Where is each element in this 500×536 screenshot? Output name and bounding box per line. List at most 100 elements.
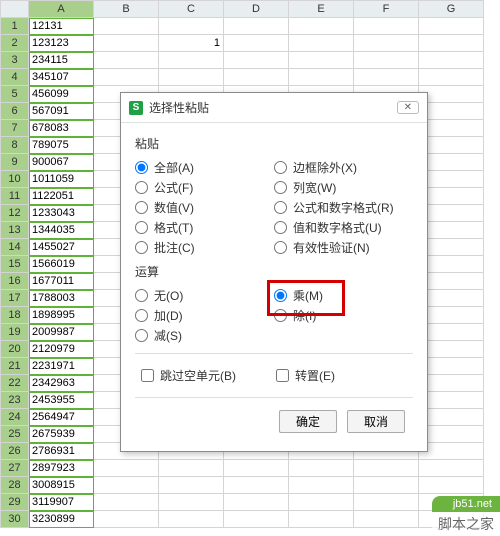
- cell[interactable]: 1344035: [29, 222, 94, 239]
- cell[interactable]: [419, 256, 484, 273]
- cell[interactable]: [224, 494, 289, 511]
- cell[interactable]: 456099: [29, 86, 94, 103]
- cell[interactable]: [419, 494, 484, 511]
- radio-option[interactable]: 批注(C): [135, 239, 274, 256]
- row-header[interactable]: 24: [1, 409, 29, 426]
- cell[interactable]: [419, 69, 484, 86]
- cell[interactable]: [419, 18, 484, 35]
- cell[interactable]: [354, 52, 419, 69]
- row-header[interactable]: 27: [1, 460, 29, 477]
- cell[interactable]: [419, 307, 484, 324]
- row-header[interactable]: 25: [1, 426, 29, 443]
- cell[interactable]: [289, 69, 354, 86]
- cell[interactable]: [419, 239, 484, 256]
- cell[interactable]: 1233043: [29, 205, 94, 222]
- cell[interactable]: 1011059: [29, 171, 94, 188]
- row-header[interactable]: 23: [1, 392, 29, 409]
- cell[interactable]: 1122051: [29, 188, 94, 205]
- cell[interactable]: [419, 86, 484, 103]
- cell[interactable]: 567091: [29, 103, 94, 120]
- cell[interactable]: [419, 477, 484, 494]
- row-header[interactable]: 26: [1, 443, 29, 460]
- row-header[interactable]: 10: [1, 171, 29, 188]
- cell[interactable]: [354, 460, 419, 477]
- row-header[interactable]: 21: [1, 358, 29, 375]
- cell[interactable]: [419, 324, 484, 341]
- cell[interactable]: 2009987: [29, 324, 94, 341]
- cell[interactable]: 789075: [29, 137, 94, 154]
- cell[interactable]: [354, 494, 419, 511]
- cell[interactable]: [419, 35, 484, 52]
- row-header[interactable]: 15: [1, 256, 29, 273]
- row-header[interactable]: 12: [1, 205, 29, 222]
- row-header[interactable]: 2: [1, 35, 29, 52]
- row-header[interactable]: 28: [1, 477, 29, 494]
- cell[interactable]: [419, 154, 484, 171]
- cell[interactable]: [419, 375, 484, 392]
- cell[interactable]: 3230899: [29, 511, 94, 528]
- radio-option[interactable]: 加(D): [135, 307, 274, 324]
- cell[interactable]: [159, 69, 224, 86]
- cell[interactable]: [354, 477, 419, 494]
- cell[interactable]: [289, 35, 354, 52]
- cell[interactable]: [419, 103, 484, 120]
- row-header[interactable]: 20: [1, 341, 29, 358]
- radio-option[interactable]: 有效性验证(N): [274, 239, 413, 256]
- cell[interactable]: 1566019: [29, 256, 94, 273]
- cell[interactable]: 1677011: [29, 273, 94, 290]
- row-header[interactable]: 22: [1, 375, 29, 392]
- row-header[interactable]: 18: [1, 307, 29, 324]
- radio-option[interactable]: 减(S): [135, 327, 274, 344]
- cell[interactable]: [94, 35, 159, 52]
- col-header-D[interactable]: D: [224, 1, 289, 18]
- cell[interactable]: [159, 511, 224, 528]
- cell[interactable]: [224, 477, 289, 494]
- cell[interactable]: 3119907: [29, 494, 94, 511]
- row-header[interactable]: 30: [1, 511, 29, 528]
- cell[interactable]: [224, 460, 289, 477]
- cell[interactable]: [224, 52, 289, 69]
- cell[interactable]: 2675939: [29, 426, 94, 443]
- cell[interactable]: [289, 460, 354, 477]
- cell[interactable]: [419, 409, 484, 426]
- cell[interactable]: [159, 52, 224, 69]
- skip-blanks-checkbox[interactable]: 跳过空单元(B): [141, 367, 236, 384]
- cell[interactable]: [419, 205, 484, 222]
- cell[interactable]: [419, 222, 484, 239]
- cell[interactable]: [289, 52, 354, 69]
- cell[interactable]: [419, 511, 484, 528]
- cell[interactable]: [289, 18, 354, 35]
- cell[interactable]: 3008915: [29, 477, 94, 494]
- row-header[interactable]: 14: [1, 239, 29, 256]
- row-header[interactable]: 1: [1, 18, 29, 35]
- cell[interactable]: [224, 18, 289, 35]
- radio-option[interactable]: 除(I): [274, 307, 413, 324]
- cell[interactable]: 1: [159, 35, 224, 52]
- cell[interactable]: [94, 494, 159, 511]
- cell[interactable]: [419, 137, 484, 154]
- cell[interactable]: [94, 52, 159, 69]
- cell[interactable]: [419, 120, 484, 137]
- row-header[interactable]: 7: [1, 120, 29, 137]
- row-header[interactable]: 9: [1, 154, 29, 171]
- row-header[interactable]: 17: [1, 290, 29, 307]
- cell[interactable]: [419, 392, 484, 409]
- radio-option[interactable]: 乘(M): [274, 287, 413, 304]
- row-header[interactable]: 16: [1, 273, 29, 290]
- cell[interactable]: [419, 52, 484, 69]
- cell[interactable]: 12131: [29, 18, 94, 35]
- cell[interactable]: [159, 18, 224, 35]
- radio-option[interactable]: 边框除外(X): [274, 159, 413, 176]
- transpose-checkbox[interactable]: 转置(E): [276, 367, 335, 384]
- cell[interactable]: 900067: [29, 154, 94, 171]
- cell[interactable]: [354, 35, 419, 52]
- cell[interactable]: 1455027: [29, 239, 94, 256]
- row-header[interactable]: 3: [1, 52, 29, 69]
- col-header-E[interactable]: E: [289, 1, 354, 18]
- cell[interactable]: [94, 18, 159, 35]
- cell[interactable]: [159, 494, 224, 511]
- cell[interactable]: [94, 477, 159, 494]
- radio-option[interactable]: 列宽(W): [274, 179, 413, 196]
- cell[interactable]: [419, 460, 484, 477]
- ok-button[interactable]: 确定: [279, 410, 337, 433]
